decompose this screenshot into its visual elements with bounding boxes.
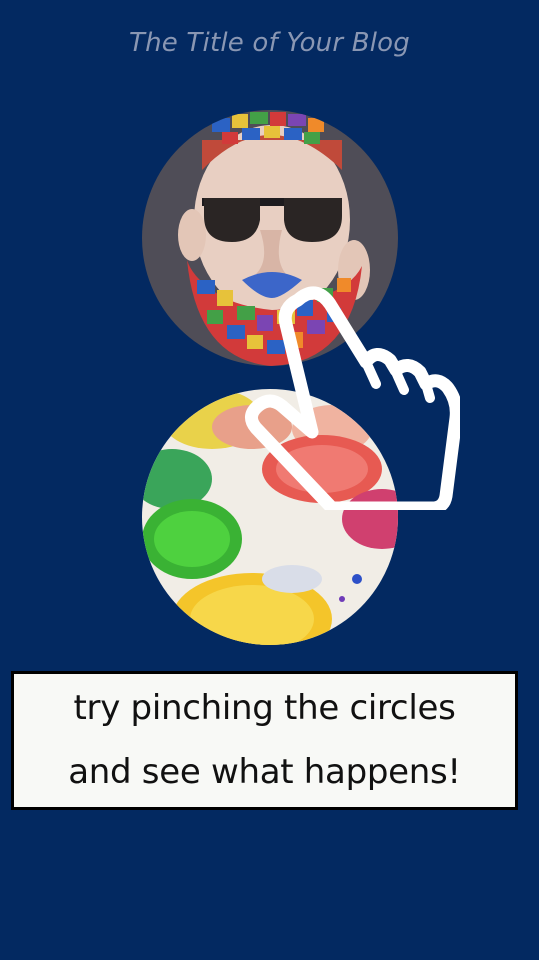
blog-title: The Title of Your Blog <box>129 28 410 58</box>
pointing-hand-icon <box>245 286 460 510</box>
instruction-caption: try pinching the circles and see what ha… <box>11 671 518 810</box>
caption-line-2: and see what happens! <box>68 752 461 792</box>
caption-line-1: try pinching the circles <box>73 688 456 728</box>
